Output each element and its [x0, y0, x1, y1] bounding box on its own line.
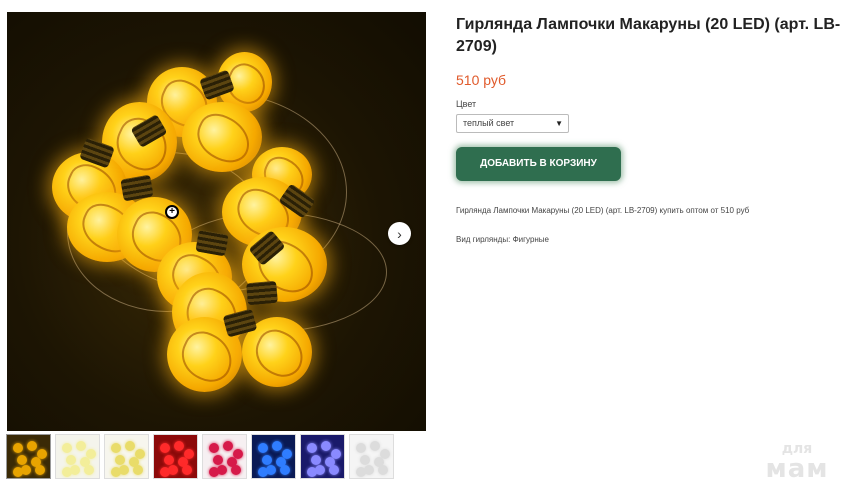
chevron-right-icon[interactable]: ›: [388, 222, 411, 245]
thumb-bulb: [84, 465, 94, 475]
thumb-bulb: [111, 467, 121, 477]
caret-down-icon: ▼: [555, 119, 563, 128]
thumb-bulb: [280, 465, 290, 475]
thumb-bulb: [223, 441, 233, 451]
thumb-bulb: [115, 455, 125, 465]
thumb-warm[interactable]: [6, 434, 51, 479]
thumb-bulb: [258, 443, 268, 453]
garland-kind: Вид гирлянды: Фигурные: [456, 235, 549, 244]
thumb-bulb: [307, 467, 317, 477]
thumb-bulb: [62, 443, 72, 453]
watermark-logo: для мам: [762, 442, 832, 482]
thumb-bulb: [35, 465, 45, 475]
thumb-bulb: [209, 443, 219, 453]
product-price: 510 руб: [456, 72, 507, 88]
thumb-white[interactable]: [349, 434, 394, 479]
thumb-bulb: [356, 443, 366, 453]
thumb-pink[interactable]: [202, 434, 247, 479]
watermark-bottom: мам: [765, 454, 829, 484]
thumb-bulb: [62, 467, 72, 477]
thumb-bulb: [272, 441, 282, 451]
color-option-label: Цвет: [456, 99, 477, 109]
add-to-cart-button[interactable]: ДОБАВИТЬ В КОРЗИНУ: [456, 147, 621, 181]
thumb-bulb: [370, 441, 380, 451]
thumb-bulb: [160, 443, 170, 453]
thumb-bulb: [231, 465, 241, 475]
garland-kind-value[interactable]: Фигурные: [513, 235, 549, 244]
thumb-bulb: [321, 441, 331, 451]
thumb-bulb: [13, 467, 23, 477]
thumb-bulb: [27, 441, 37, 451]
thumb-bulb: [356, 467, 366, 477]
thumb-bulb: [66, 455, 76, 465]
thumb-bulb: [378, 465, 388, 475]
color-select[interactable]: теплый свет ▼: [456, 114, 569, 133]
zoom-in-icon: +: [165, 205, 179, 219]
thumb-bulb: [329, 465, 339, 475]
thumb-bulb: [174, 441, 184, 451]
thumb-bulb: [17, 455, 27, 465]
product-description: Гирлянда Лампочки Макаруны (20 LED) (арт…: [456, 206, 750, 215]
thumb-bulb: [209, 467, 219, 477]
thumb-bulb: [311, 455, 321, 465]
bulb-socket: [246, 280, 278, 306]
thumb-blue[interactable]: [251, 434, 296, 479]
thumb-violet[interactable]: [300, 434, 345, 479]
thumb-bulb: [13, 443, 23, 453]
thumb-bulb: [160, 467, 170, 477]
thumb-red[interactable]: [153, 434, 198, 479]
thumb-bulb: [76, 441, 86, 451]
thumb-white-yellow[interactable]: [104, 434, 149, 479]
product-title: Гирлянда Лампочки Макаруны (20 LED) (арт…: [456, 16, 841, 55]
thumb-bulb: [307, 443, 317, 453]
thumb-bulb: [262, 455, 272, 465]
thumb-bulb: [111, 443, 121, 453]
thumb-white-warm[interactable]: [55, 434, 100, 479]
thumb-bulb: [360, 455, 370, 465]
thumb-bulb: [213, 455, 223, 465]
thumbnail-strip: [6, 434, 394, 479]
garland-kind-label: Вид гирлянды:: [456, 235, 511, 244]
thumb-bulb: [258, 467, 268, 477]
thumb-bulb: [133, 465, 143, 475]
color-select-value: теплый свет: [463, 118, 515, 128]
product-main-image[interactable]: + ›: [7, 12, 426, 431]
thumb-bulb: [182, 465, 192, 475]
thumb-bulb: [164, 455, 174, 465]
thumb-bulb: [125, 441, 135, 451]
bulb: [182, 102, 262, 172]
